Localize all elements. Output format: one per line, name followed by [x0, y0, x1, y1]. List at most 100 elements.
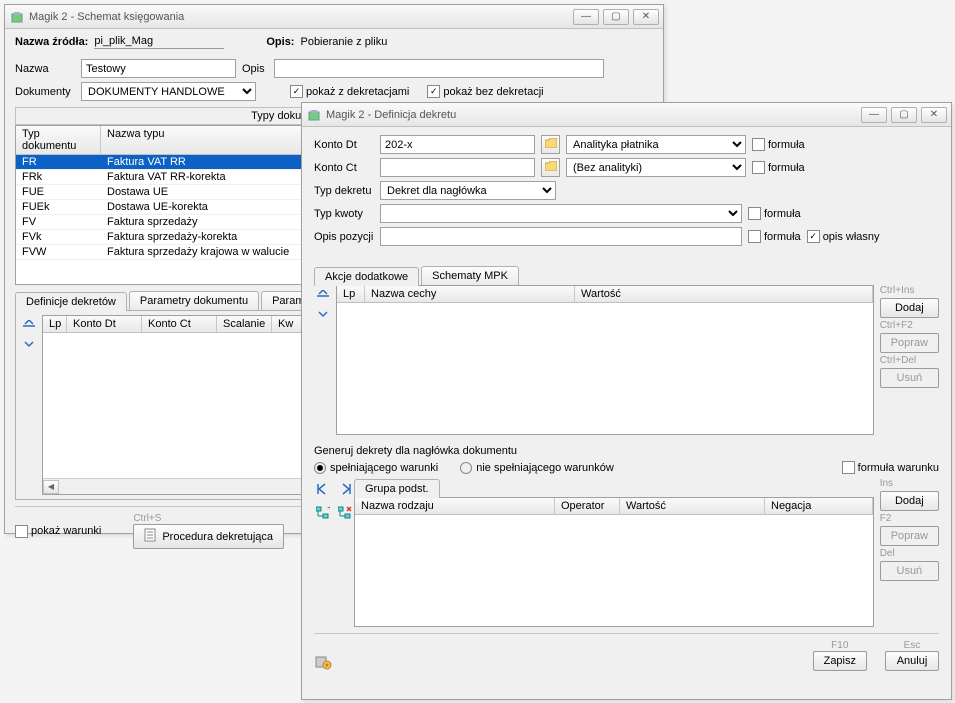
popraw-button-2[interactable]: Popraw — [880, 526, 939, 546]
folder-icon — [545, 161, 557, 174]
col-nazwa-rodzaju[interactable]: Nazwa rodzaju — [355, 498, 555, 514]
popraw-button[interactable]: Popraw — [880, 333, 939, 353]
tab-akcje-dodatkowe[interactable]: Akcje dodatkowe — [314, 267, 419, 286]
opis-value: Pobieranie z pliku — [300, 36, 387, 48]
usun-button-2[interactable]: Usuń — [880, 561, 939, 581]
tree-remove-icon[interactable] — [336, 504, 354, 522]
cechy-table: Lp Nazwa cechy Wartość — [336, 285, 874, 435]
titlebar-1[interactable]: Magik 2 - Schemat księgowania — ▢ ✕ — [5, 5, 663, 29]
chk-formula-opis[interactable]: formuła — [748, 230, 801, 243]
chk-bez-dekretacji[interactable]: ✓pokaż bez dekretacji — [427, 85, 543, 98]
typ-dekretu-select[interactable]: Dekret dla nagłówka — [380, 181, 556, 200]
col-negacja[interactable]: Negacja — [765, 498, 873, 514]
chk-formula-ct[interactable]: formuła — [752, 161, 805, 174]
konto-ct-input[interactable] — [380, 158, 535, 177]
procedura-dekretujaca-button[interactable]: Procedura dekretująca — [133, 524, 284, 549]
move-down-icon[interactable] — [22, 337, 36, 351]
chk-pokaz-warunki[interactable]: pokaż warunki — [15, 525, 101, 538]
konto-ct-label: Konto Ct — [314, 162, 374, 174]
tab-definicje-dekretow[interactable]: Definicje dekretów — [15, 292, 127, 311]
col-scalanie[interactable]: Scalanie — [217, 316, 272, 332]
col-lp[interactable]: Lp — [337, 286, 365, 302]
gear-icon[interactable] — [314, 653, 332, 671]
app-icon — [9, 9, 25, 25]
dodaj-button[interactable]: Dodaj — [880, 298, 939, 318]
sc-esc: Esc — [904, 640, 921, 651]
radio-spelnia[interactable]: spełniającego warunki — [314, 462, 438, 474]
col-typ-dokumentu[interactable]: Typ dokumentu — [16, 126, 101, 154]
ctrl-s-shortcut: Ctrl+S — [133, 513, 161, 524]
warunki-table: Nazwa rodzaju Operator Wartość Negacja — [354, 497, 874, 627]
dokumenty-label: Dokumenty — [15, 86, 75, 98]
nav-first-icon[interactable] — [314, 480, 332, 498]
tab-grupa-podst[interactable]: Grupa podst. — [354, 479, 440, 498]
col-lp[interactable]: Lp — [43, 316, 67, 332]
window-definicja-dekretu: Magik 2 - Definicja dekretu — ▢ ✕ Konto … — [301, 102, 952, 700]
window-title-2: Magik 2 - Definicja dekretu — [326, 109, 861, 121]
col-operator[interactable]: Operator — [555, 498, 620, 514]
col-konto-dt[interactable]: Konto Dt — [67, 316, 142, 332]
nazwa-zrodla-value: pi_plik_Mag — [94, 35, 224, 49]
chk-formula-kwoty[interactable]: formuła — [748, 207, 801, 220]
sc-ins: Ins — [880, 478, 939, 489]
opis-pozycji-label: Opis pozycji — [314, 231, 374, 243]
konto-ct-analityka-select[interactable]: (Bez analityki) — [566, 158, 746, 177]
opis-pozycji-input[interactable] — [380, 227, 742, 246]
minimize-button[interactable]: — — [861, 107, 887, 123]
dokumenty-select[interactable]: DOKUMENTY HANDLOWE — [81, 82, 256, 101]
generuj-label: Generuj dekrety dla nagłówka dokumentu — [314, 445, 517, 457]
sc-del: Del — [880, 548, 939, 559]
folder-icon — [545, 138, 557, 151]
maximize-button[interactable]: ▢ — [603, 9, 629, 25]
chk-formula-warunku[interactable]: formuła warunku — [842, 461, 939, 474]
close-button[interactable]: ✕ — [921, 107, 947, 123]
sc-f2: F2 — [880, 513, 939, 524]
sc-ctrl-del: Ctrl+Del — [880, 355, 939, 366]
typ-dekretu-label: Typ dekretu — [314, 185, 374, 197]
tree-add-icon[interactable]: + — [314, 504, 332, 522]
tab-schematy-mpk[interactable]: Schematy MPK — [421, 266, 519, 285]
konto-dt-browse-button[interactable] — [541, 135, 560, 154]
konto-dt-analityka-select[interactable]: Analityka płatnika — [566, 135, 746, 154]
minimize-button[interactable]: — — [573, 9, 599, 25]
konto-dt-input[interactable] — [380, 135, 535, 154]
chk-formula-dt[interactable]: formuła — [752, 138, 805, 151]
nazwa-input[interactable] — [81, 59, 236, 78]
sc-f10: F10 — [831, 640, 848, 651]
dodaj-button-2[interactable]: Dodaj — [880, 491, 939, 511]
tab-parametry-dokumentu[interactable]: Parametry dokumentu — [129, 291, 259, 310]
opis-label: Opis: — [266, 36, 294, 48]
chk-z-dekretacjami[interactable]: ✓pokaż z dekretacjami — [290, 85, 409, 98]
usun-button[interactable]: Usuń — [880, 368, 939, 388]
maximize-button[interactable]: ▢ — [891, 107, 917, 123]
opis2-input[interactable] — [274, 59, 604, 78]
col-konto-ct[interactable]: Konto Ct — [142, 316, 217, 332]
zapisz-button[interactable]: Zapisz — [813, 651, 867, 671]
radio-nie-spelnia[interactable]: nie spełniającego warunków — [460, 462, 614, 474]
typ-kwoty-label: Typ kwoty — [314, 208, 374, 220]
typ-kwoty-select[interactable] — [380, 204, 742, 223]
opis2-label: Opis — [242, 63, 268, 75]
move-down-icon[interactable] — [316, 307, 330, 321]
scroll-left-icon[interactable]: ◀ — [43, 480, 59, 494]
sc-ctrl-f2: Ctrl+F2 — [880, 320, 939, 331]
titlebar-2[interactable]: Magik 2 - Definicja dekretu — ▢ ✕ — [302, 103, 951, 127]
chk-opis-wlasny[interactable]: ✓opis własny — [807, 230, 880, 243]
document-icon — [144, 528, 156, 545]
nazwa-zrodla-label: Nazwa źródła: — [15, 36, 88, 48]
svg-text:+: + — [327, 506, 330, 514]
col-wartosc[interactable]: Wartość — [575, 286, 873, 302]
nazwa-label: Nazwa — [15, 63, 75, 75]
move-top-icon[interactable] — [22, 319, 36, 333]
konto-ct-browse-button[interactable] — [541, 158, 560, 177]
sc-ctrl-ins: Ctrl+Ins — [880, 285, 939, 296]
close-button[interactable]: ✕ — [633, 9, 659, 25]
col-nazwa-cechy[interactable]: Nazwa cechy — [365, 286, 575, 302]
anuluj-button[interactable]: Anuluj — [885, 651, 939, 671]
col-kw[interactable]: Kw — [272, 316, 302, 332]
konto-dt-label: Konto Dt — [314, 139, 374, 151]
window-title-1: Magik 2 - Schemat księgowania — [29, 11, 573, 23]
move-top-icon[interactable] — [316, 289, 330, 303]
nav-last-icon[interactable] — [336, 480, 354, 498]
col-wartosc2[interactable]: Wartość — [620, 498, 765, 514]
